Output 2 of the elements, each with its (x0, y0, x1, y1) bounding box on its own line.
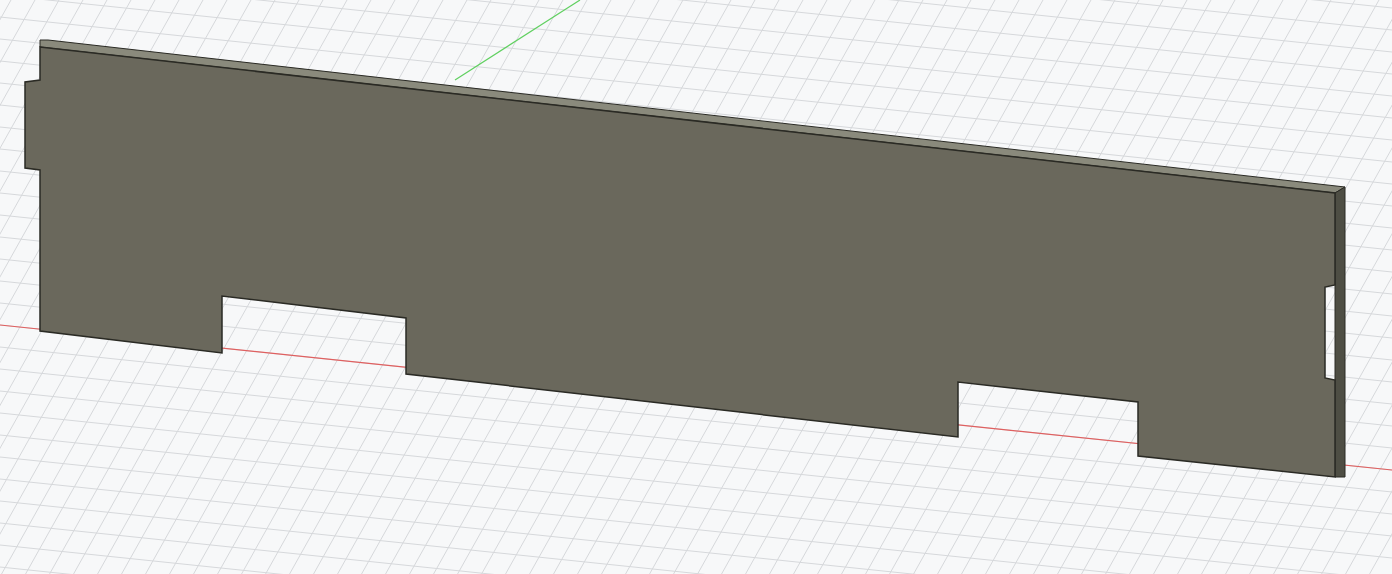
cad-viewport[interactable] (0, 0, 1392, 574)
panel-drawing[interactable] (24, 39, 1346, 478)
